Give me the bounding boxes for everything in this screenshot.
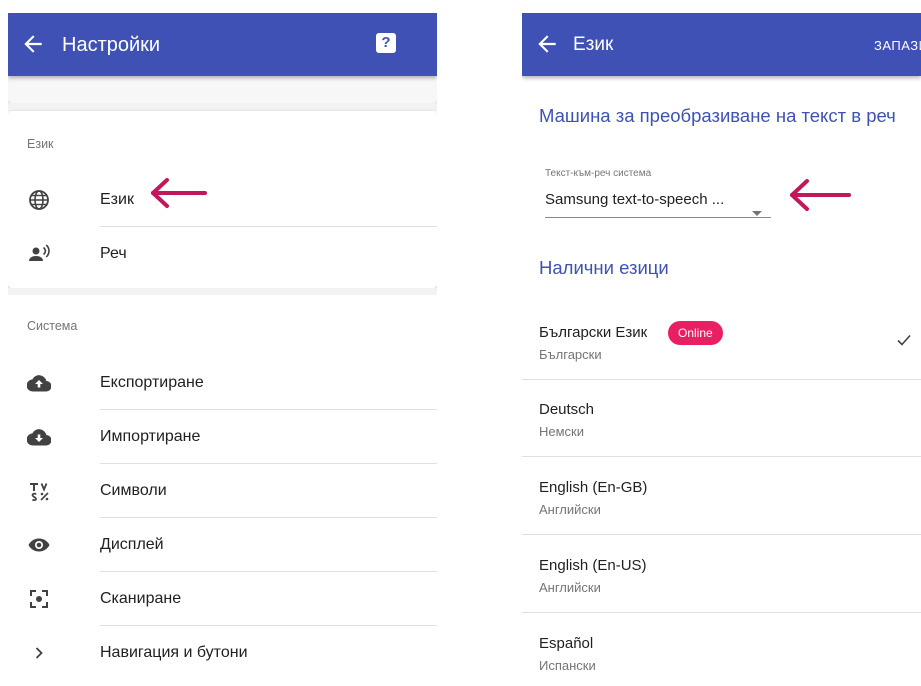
- language-item-german[interactable]: Deutsch Немски: [522, 379, 921, 457]
- language-item-bulgarian[interactable]: Български Език Online Български: [522, 302, 921, 380]
- settings-item-label: Навигация и бутони: [100, 644, 248, 661]
- help-icon[interactable]: ?: [376, 33, 396, 53]
- settings-item-import[interactable]: Импортиране: [8, 410, 437, 464]
- language-name: Español: [539, 635, 594, 652]
- settings-item-symbols[interactable]: Символи: [8, 464, 437, 518]
- save-button[interactable]: ЗАПАЗИ: [874, 38, 921, 53]
- pointer-arrow-icon: [151, 178, 207, 208]
- language-name: Български Език: [539, 324, 648, 341]
- settings-item-label: Дисплей: [100, 536, 164, 553]
- section-label-system: Система: [27, 319, 78, 333]
- settings-item-label: Импортиране: [100, 428, 201, 445]
- cloud-download-icon: [27, 429, 51, 446]
- section-label-language: Език: [27, 137, 54, 151]
- language-name: English (En-US): [539, 557, 647, 574]
- symbols-icon: [30, 483, 49, 502]
- tts-heading: Машина за преобразиване на текст в реч: [539, 105, 896, 126]
- online-badge: Online: [668, 321, 723, 345]
- scan-icon: [30, 590, 48, 608]
- settings-item-label: Символи: [100, 482, 167, 499]
- pointer-arrow-icon: [790, 179, 851, 211]
- page-title: Език: [573, 34, 614, 55]
- settings-screen: Настройки ? Език Език Реч Система Експор…: [8, 13, 437, 686]
- language-section-card: Език Език Реч: [8, 111, 437, 288]
- dropdown-caret-icon[interactable]: [752, 211, 762, 216]
- settings-item-export[interactable]: Експортиране: [8, 356, 437, 410]
- language-name: English (En-GB): [539, 479, 648, 496]
- section-gap: [8, 103, 437, 111]
- arrow-left-icon[interactable]: [20, 31, 46, 57]
- settings-item-label: Експортиране: [100, 374, 204, 391]
- chevron-right-icon: [35, 647, 43, 659]
- arrow-left-icon[interactable]: [534, 31, 560, 57]
- settings-item-language[interactable]: Език: [8, 173, 437, 227]
- settings-item-display[interactable]: Дисплей: [8, 518, 437, 572]
- tts-engine-value: Samsung text-to-speech ...: [545, 191, 725, 208]
- settings-item-label: Език: [100, 191, 134, 208]
- language-native-name: Немски: [539, 424, 585, 439]
- settings-item-scanning[interactable]: Сканиране: [8, 572, 437, 626]
- language-item-spanish[interactable]: Español Испански: [522, 613, 921, 686]
- language-name: Deutsch: [539, 401, 595, 418]
- language-native-name: Английски: [539, 502, 601, 517]
- language-native-name: Испански: [539, 658, 596, 673]
- settings-item-label: Сканиране: [100, 590, 182, 607]
- language-app-bar: Език ЗАПАЗИ: [522, 13, 921, 76]
- section-gap: [8, 288, 437, 295]
- language-native-name: Английски: [539, 580, 601, 595]
- globe-icon: [29, 190, 49, 210]
- language-native-name: Български: [539, 347, 602, 362]
- settings-item-navigation[interactable]: Навигация и бутони: [8, 626, 437, 680]
- language-item-english-us[interactable]: English (En-US) Английски: [522, 535, 921, 613]
- settings-item-label: Реч: [100, 245, 127, 262]
- available-languages-heading: Налични езици: [539, 257, 669, 278]
- check-icon: [897, 334, 911, 346]
- speaker-person-icon: [29, 244, 50, 261]
- language-item-english-gb[interactable]: English (En-GB) Английски: [522, 457, 921, 535]
- tts-engine-select[interactable]: Samsung text-to-speech ...: [545, 187, 771, 218]
- settings-item-speech[interactable]: Реч: [8, 227, 437, 281]
- cloud-upload-icon: [27, 375, 51, 392]
- language-screen: Език ЗАПАЗИ Машина за преобразиване на т…: [522, 13, 921, 686]
- page-title: Настройки: [62, 34, 161, 56]
- settings-app-bar: Настройки ?: [8, 13, 437, 76]
- eye-icon: [28, 538, 50, 552]
- tts-field-label: Текст-към-реч система: [545, 168, 652, 179]
